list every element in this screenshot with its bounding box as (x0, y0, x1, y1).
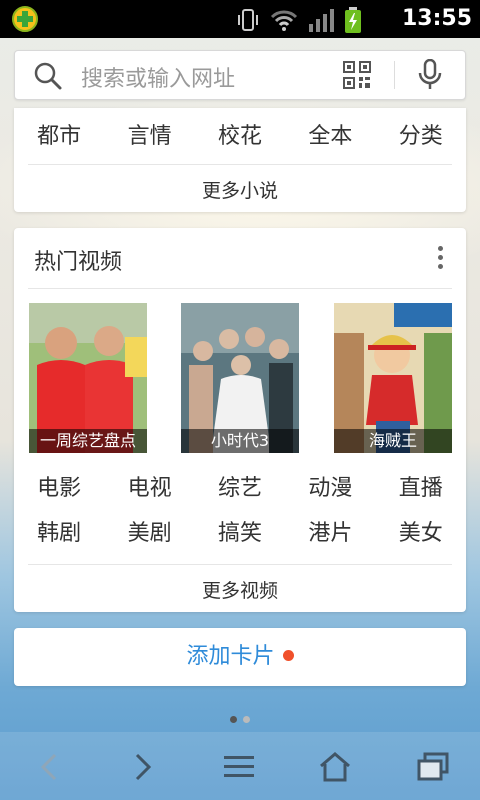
thumbnail-caption: 一周综艺盘点 (29, 429, 147, 453)
forward-button[interactable] (118, 744, 168, 790)
page-dot-active (230, 716, 237, 723)
novel-link-urban[interactable]: 都市 (14, 118, 104, 150)
status-icons (236, 7, 362, 33)
card-title: 热门视频 (34, 250, 123, 275)
menu-button[interactable] (214, 744, 264, 790)
wifi-icon (270, 10, 298, 31)
app-logo-icon (12, 6, 38, 32)
search-divider (394, 61, 395, 89)
novel-card: 都市 言情 校花 全本 分类 更多小说 (14, 108, 466, 212)
thumbnail-caption: 海贼王 (334, 429, 452, 453)
divider (28, 288, 452, 289)
video-link-variety[interactable]: 综艺 (195, 470, 285, 502)
more-novels-button[interactable]: 更多小说 (14, 176, 466, 203)
novel-link-romance[interactable]: 言情 (105, 118, 195, 150)
video-link-comedy[interactable]: 搞笑 (195, 515, 285, 547)
signal-icon (309, 9, 334, 32)
video-link-beauty[interactable]: 美女 (376, 515, 466, 547)
video-links-row-2: 韩剧 美剧 搞笑 港片 美女 (14, 515, 466, 547)
back-arrow-icon (40, 753, 57, 781)
divider (28, 164, 452, 165)
home-icon (320, 752, 350, 782)
novel-link-campus[interactable]: 校花 (195, 118, 285, 150)
video-thumbnail-anime[interactable]: 海贼王 (334, 303, 452, 453)
forward-arrow-icon (135, 753, 152, 781)
video-link-live[interactable]: 直播 (376, 470, 466, 502)
tabs-button[interactable] (408, 744, 458, 790)
video-link-korean-drama[interactable]: 韩剧 (14, 515, 104, 547)
search-icon[interactable] (33, 61, 63, 91)
video-link-us-drama[interactable]: 美剧 (105, 515, 195, 547)
clock: 13:55 (401, 6, 472, 31)
video-links-row-1: 电影 电视 综艺 动漫 直播 (14, 470, 466, 502)
page-indicator (0, 708, 480, 727)
qr-scan-icon[interactable] (343, 61, 371, 89)
status-bar: 13:55 (0, 0, 480, 38)
add-card-button[interactable]: 添加卡片 (14, 628, 466, 686)
thumbnail-caption: 小时代3 (181, 429, 299, 453)
hot-video-card: 热门视频 一周综艺盘点 小时代3 海贼王 电影 电视 综艺 动漫 直播 韩剧 美… (14, 228, 466, 612)
video-link-hk-movies[interactable]: 港片 (285, 515, 375, 547)
search-input[interactable]: 搜索或输入网址 (81, 61, 235, 93)
back-button[interactable] (24, 744, 74, 790)
video-thumbnail-movie[interactable]: 小时代3 (181, 303, 299, 453)
bottom-toolbar (0, 732, 480, 800)
battery-charging-icon (345, 7, 361, 33)
notification-dot (282, 650, 294, 661)
novel-link-category[interactable]: 分类 (376, 118, 466, 150)
more-options-icon[interactable] (438, 246, 444, 273)
search-bar[interactable]: 搜索或输入网址 (14, 50, 466, 100)
microphone-icon[interactable] (417, 59, 443, 91)
more-videos-button[interactable]: 更多视频 (14, 576, 466, 603)
novel-link-complete[interactable]: 全本 (285, 118, 375, 150)
video-thumbnail-variety[interactable]: 一周综艺盘点 (29, 303, 147, 453)
video-link-tv[interactable]: 电视 (105, 470, 195, 502)
vibrate-icon (238, 9, 258, 31)
novel-links-row: 都市 言情 校花 全本 分类 (14, 118, 466, 150)
page-dot (243, 716, 250, 723)
video-link-movies[interactable]: 电影 (14, 470, 104, 502)
home-button[interactable] (310, 744, 360, 790)
tabs-icon (417, 752, 449, 781)
menu-icon (224, 756, 254, 777)
add-card-label: 添加卡片 (186, 644, 275, 669)
video-link-anime[interactable]: 动漫 (285, 470, 375, 502)
divider (28, 564, 452, 565)
